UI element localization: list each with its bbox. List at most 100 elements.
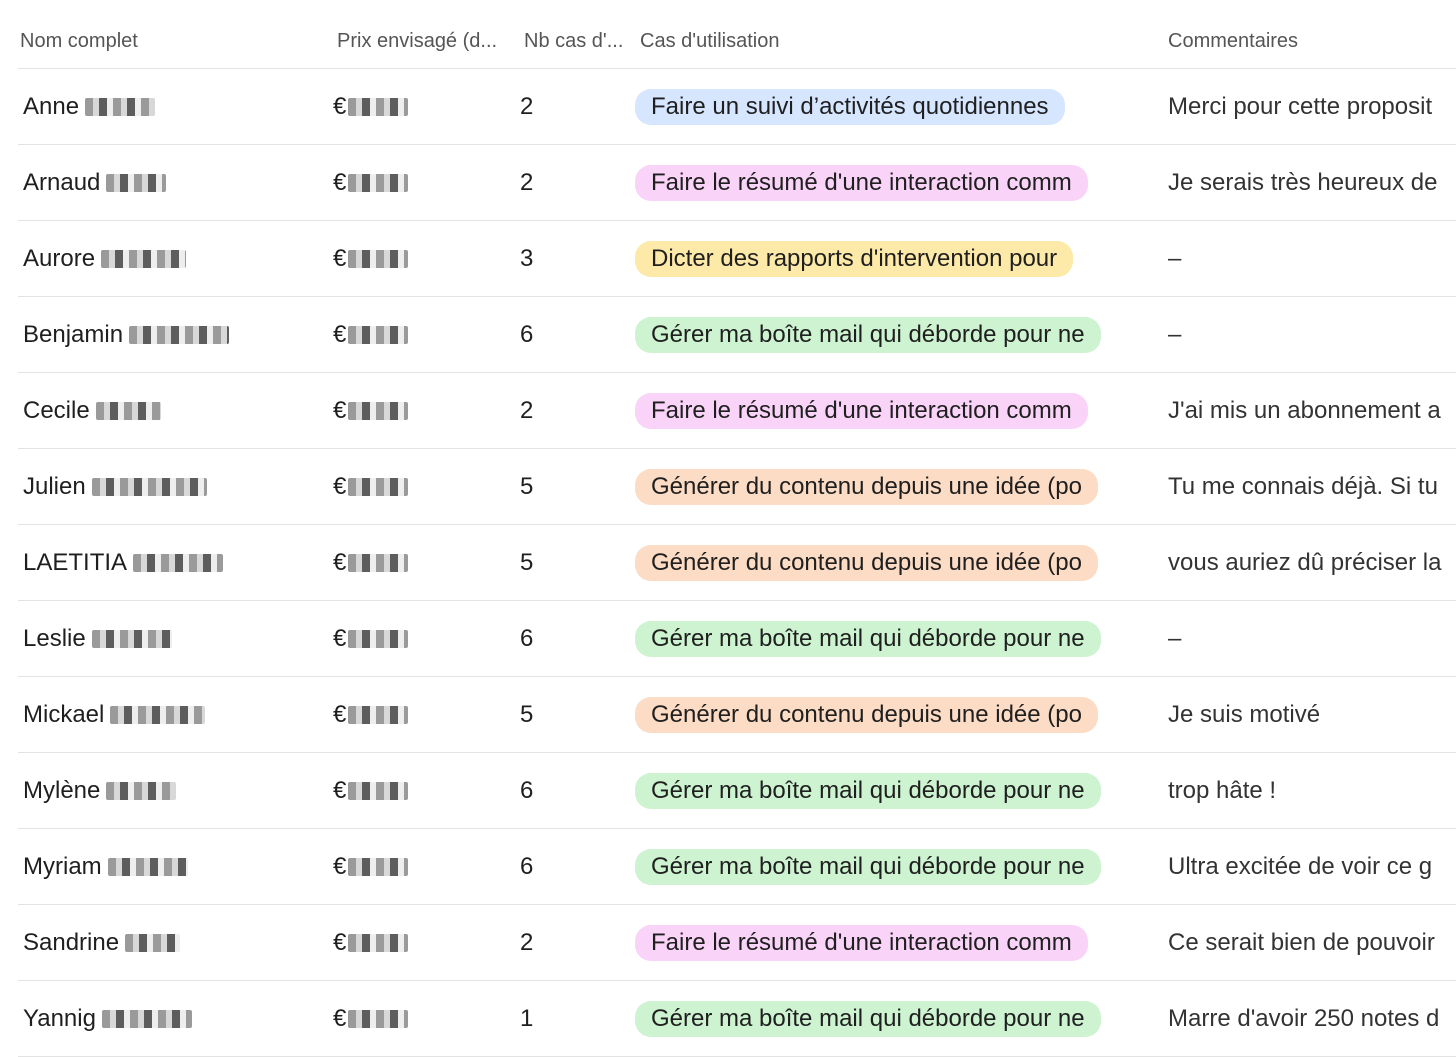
nb-cell[interactable]: 2 bbox=[520, 905, 560, 980]
redacted-last-name bbox=[106, 781, 177, 800]
price-cell[interactable]: € bbox=[333, 677, 423, 752]
comment-cell[interactable]: Marre d'avoir 250 notes d bbox=[1168, 981, 1456, 1056]
price-cell[interactable]: € bbox=[333, 297, 423, 372]
name-cell[interactable]: Aurore bbox=[23, 221, 323, 296]
first-name: LAETITIA bbox=[23, 548, 128, 576]
name-cell[interactable]: Myriam bbox=[23, 829, 323, 904]
table-row[interactable]: Leslie €6 Gérer ma boîte mail qui déborde … bbox=[18, 601, 1456, 677]
name-cell[interactable]: Leslie bbox=[23, 601, 323, 676]
price-cell[interactable]: € bbox=[333, 981, 423, 1056]
use-case-cell[interactable]: Générer du contenu depuis une idée (po bbox=[635, 525, 1110, 600]
column-header-use[interactable]: Cas d'utilisation bbox=[640, 30, 1040, 53]
comment-cell[interactable]: – bbox=[1168, 297, 1456, 372]
name-cell[interactable]: Sandrine bbox=[23, 905, 323, 980]
use-case-cell[interactable]: Gérer ma boîte mail qui déborde pour ne bbox=[635, 829, 1110, 904]
comment-cell[interactable]: vous auriez dû préciser la bbox=[1168, 525, 1456, 600]
comment-cell[interactable]: Ce serait bien de pouvoir bbox=[1168, 905, 1456, 980]
name-cell[interactable]: Anne bbox=[23, 69, 323, 144]
comment-cell[interactable]: Ultra excitée de voir ce g bbox=[1168, 829, 1456, 904]
nb-cell[interactable]: 6 bbox=[520, 601, 560, 676]
use-case-cell[interactable]: Gérer ma boîte mail qui déborde pour ne bbox=[635, 297, 1110, 372]
redacted-price bbox=[348, 97, 409, 116]
use-case-cell[interactable]: Faire le résumé d'une interaction comm bbox=[635, 373, 1110, 448]
first-name: Sandrine bbox=[23, 928, 120, 956]
name-cell[interactable]: Arnaud bbox=[23, 145, 323, 220]
table-row[interactable]: Aurore €3 Dicter des rapports d'interventi… bbox=[18, 221, 1456, 297]
comment-cell[interactable]: J'ai mis un abonnement a bbox=[1168, 373, 1456, 448]
comment-cell[interactable]: – bbox=[1168, 601, 1456, 676]
price-cell[interactable]: € bbox=[333, 905, 423, 980]
redacted-price bbox=[348, 705, 409, 724]
redacted-last-name bbox=[110, 705, 206, 724]
table-row[interactable]: Julien €5 Générer du contenu depuis une id… bbox=[18, 449, 1456, 525]
use-case-cell[interactable]: Dicter des rapports d'intervention pour bbox=[635, 221, 1110, 296]
currency-symbol: € bbox=[333, 320, 347, 348]
name-cell[interactable]: Cecile bbox=[23, 373, 323, 448]
comment-cell[interactable]: Je serais très heureux de bbox=[1168, 145, 1456, 220]
price-cell[interactable]: € bbox=[333, 221, 423, 296]
price-cell[interactable]: € bbox=[333, 601, 423, 676]
price-cell[interactable]: € bbox=[333, 829, 423, 904]
redacted-price bbox=[348, 553, 409, 572]
comment-cell[interactable]: Je suis motivé bbox=[1168, 677, 1456, 752]
name-cell[interactable]: Yannig bbox=[23, 981, 323, 1056]
use-case-tag: Gérer ma boîte mail qui déborde pour ne bbox=[635, 620, 1101, 657]
price-cell[interactable]: € bbox=[333, 525, 423, 600]
table-row[interactable]: Cecile €2 Faire le résumé d'une interactio… bbox=[18, 373, 1456, 449]
nb-cell[interactable]: 5 bbox=[520, 449, 560, 524]
comment-cell[interactable]: trop hâte ! bbox=[1168, 753, 1456, 828]
name-cell[interactable]: Julien bbox=[23, 449, 323, 524]
table-row[interactable]: Yannig €1 Gérer ma boîte mail qui déborde … bbox=[18, 981, 1456, 1057]
price-cell[interactable]: € bbox=[333, 373, 423, 448]
column-header-nb[interactable]: Nb cas d'... bbox=[524, 30, 636, 53]
use-case-cell[interactable]: Gérer ma boîte mail qui déborde pour ne bbox=[635, 981, 1110, 1056]
table-row[interactable]: Mylène €6 Gérer ma boîte mail qui déborde … bbox=[18, 753, 1456, 829]
table-row[interactable]: Myriam €6 Gérer ma boîte mail qui déborde … bbox=[18, 829, 1456, 905]
nb-cell[interactable]: 1 bbox=[520, 981, 560, 1056]
table-row[interactable]: Benjamin €6 Gérer ma boîte mail qui débord… bbox=[18, 297, 1456, 373]
nb-cell[interactable]: 2 bbox=[520, 373, 560, 448]
table-row[interactable]: Anne €2 Faire un suivi d’activités quotidi… bbox=[18, 69, 1456, 145]
price-cell[interactable]: € bbox=[333, 449, 423, 524]
name-cell[interactable]: Mickael bbox=[23, 677, 323, 752]
use-case-cell[interactable]: Gérer ma boîte mail qui déborde pour ne bbox=[635, 753, 1110, 828]
first-name: Yannig bbox=[23, 1004, 96, 1032]
first-name: Myriam bbox=[23, 852, 102, 880]
use-case-cell[interactable]: Générer du contenu depuis une idée (po bbox=[635, 677, 1110, 752]
use-case-tag: Faire un suivi d’activités quotidiennes bbox=[635, 88, 1065, 125]
use-case-count: 6 bbox=[520, 776, 534, 804]
price-cell[interactable]: € bbox=[333, 69, 423, 144]
nb-cell[interactable]: 6 bbox=[520, 297, 560, 372]
use-case-cell[interactable]: Générer du contenu depuis une idée (po bbox=[635, 449, 1110, 524]
comment-cell[interactable]: Tu me connais déjà. Si tu bbox=[1168, 449, 1456, 524]
use-case-cell[interactable]: Faire un suivi d’activités quotidiennes bbox=[635, 69, 1110, 144]
price-cell[interactable]: € bbox=[333, 753, 423, 828]
name-cell[interactable]: LAETITIA bbox=[23, 525, 323, 600]
table-row[interactable]: Sandrine €2 Faire le résumé d'une interact… bbox=[18, 905, 1456, 981]
nb-cell[interactable]: 2 bbox=[520, 145, 560, 220]
price-cell[interactable]: € bbox=[333, 145, 423, 220]
nb-cell[interactable]: 6 bbox=[520, 829, 560, 904]
nb-cell[interactable]: 6 bbox=[520, 753, 560, 828]
use-case-count: 1 bbox=[520, 1004, 534, 1032]
use-case-cell[interactable]: Faire le résumé d'une interaction comm bbox=[635, 145, 1110, 220]
column-header-name[interactable]: Nom complet bbox=[20, 30, 320, 53]
table-row[interactable]: Arnaud €2 Faire le résumé d'une interactio… bbox=[18, 145, 1456, 221]
nb-cell[interactable]: 5 bbox=[520, 677, 560, 752]
table-row[interactable]: LAETITIA €5 Générer du contenu depuis une … bbox=[18, 525, 1456, 601]
use-case-cell[interactable]: Gérer ma boîte mail qui déborde pour ne bbox=[635, 601, 1110, 676]
nb-cell[interactable]: 3 bbox=[520, 221, 560, 296]
use-case-count: 2 bbox=[520, 168, 534, 196]
nb-cell[interactable]: 5 bbox=[520, 525, 560, 600]
table-row[interactable]: Mickael €5 Générer du contenu depuis une i… bbox=[18, 677, 1456, 753]
name-cell[interactable]: Benjamin bbox=[23, 297, 323, 372]
comment-text: Marre d'avoir 250 notes d bbox=[1168, 1004, 1440, 1032]
redacted-last-name bbox=[129, 325, 230, 344]
column-header-price[interactable]: Prix envisagé (d... bbox=[337, 30, 517, 53]
name-cell[interactable]: Mylène bbox=[23, 753, 323, 828]
comment-cell[interactable]: – bbox=[1168, 221, 1456, 296]
use-case-cell[interactable]: Faire le résumé d'une interaction comm bbox=[635, 905, 1110, 980]
comment-cell[interactable]: Merci pour cette proposit bbox=[1168, 69, 1456, 144]
column-header-comments[interactable]: Commentaires bbox=[1168, 30, 1456, 53]
nb-cell[interactable]: 2 bbox=[520, 69, 560, 144]
